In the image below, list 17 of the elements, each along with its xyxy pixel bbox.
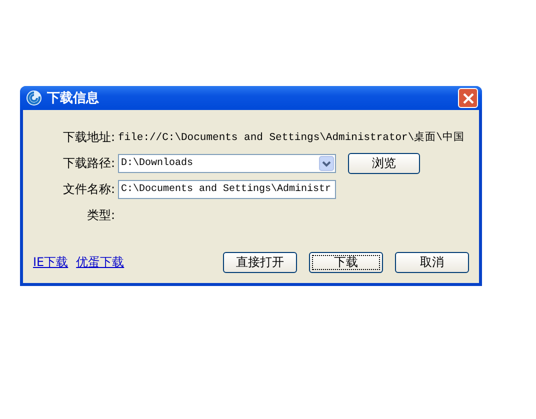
field-label: 类型:	[86, 206, 116, 224]
field-label: 下载路径:	[62, 154, 116, 172]
address-text: file://C:\Documents and Settings\Administrator\桌面\中国	[118, 130, 464, 144]
download-link[interactable]: IE下载	[33, 254, 68, 271]
swirl-icon	[26, 90, 42, 106]
dialog-button[interactable]: 取消	[395, 252, 469, 273]
filename-field[interactable]: C:\Documents and Settings\Administr	[118, 180, 336, 198]
download-link[interactable]: 优蛋下载	[76, 254, 124, 271]
field-label: 下载地址:	[62, 128, 116, 146]
path-dropdown[interactable]: D:\Downloads	[118, 154, 336, 172]
close-icon	[462, 92, 474, 104]
dialog-button[interactable]: 直接打开	[223, 252, 297, 273]
browse-button[interactable]: 浏览	[348, 152, 420, 174]
dialog-button[interactable]: 下载	[309, 252, 383, 273]
close-button[interactable]	[458, 88, 478, 108]
window-title: 下载信息	[47, 90, 100, 107]
field-label: 文件名称:	[62, 180, 116, 198]
